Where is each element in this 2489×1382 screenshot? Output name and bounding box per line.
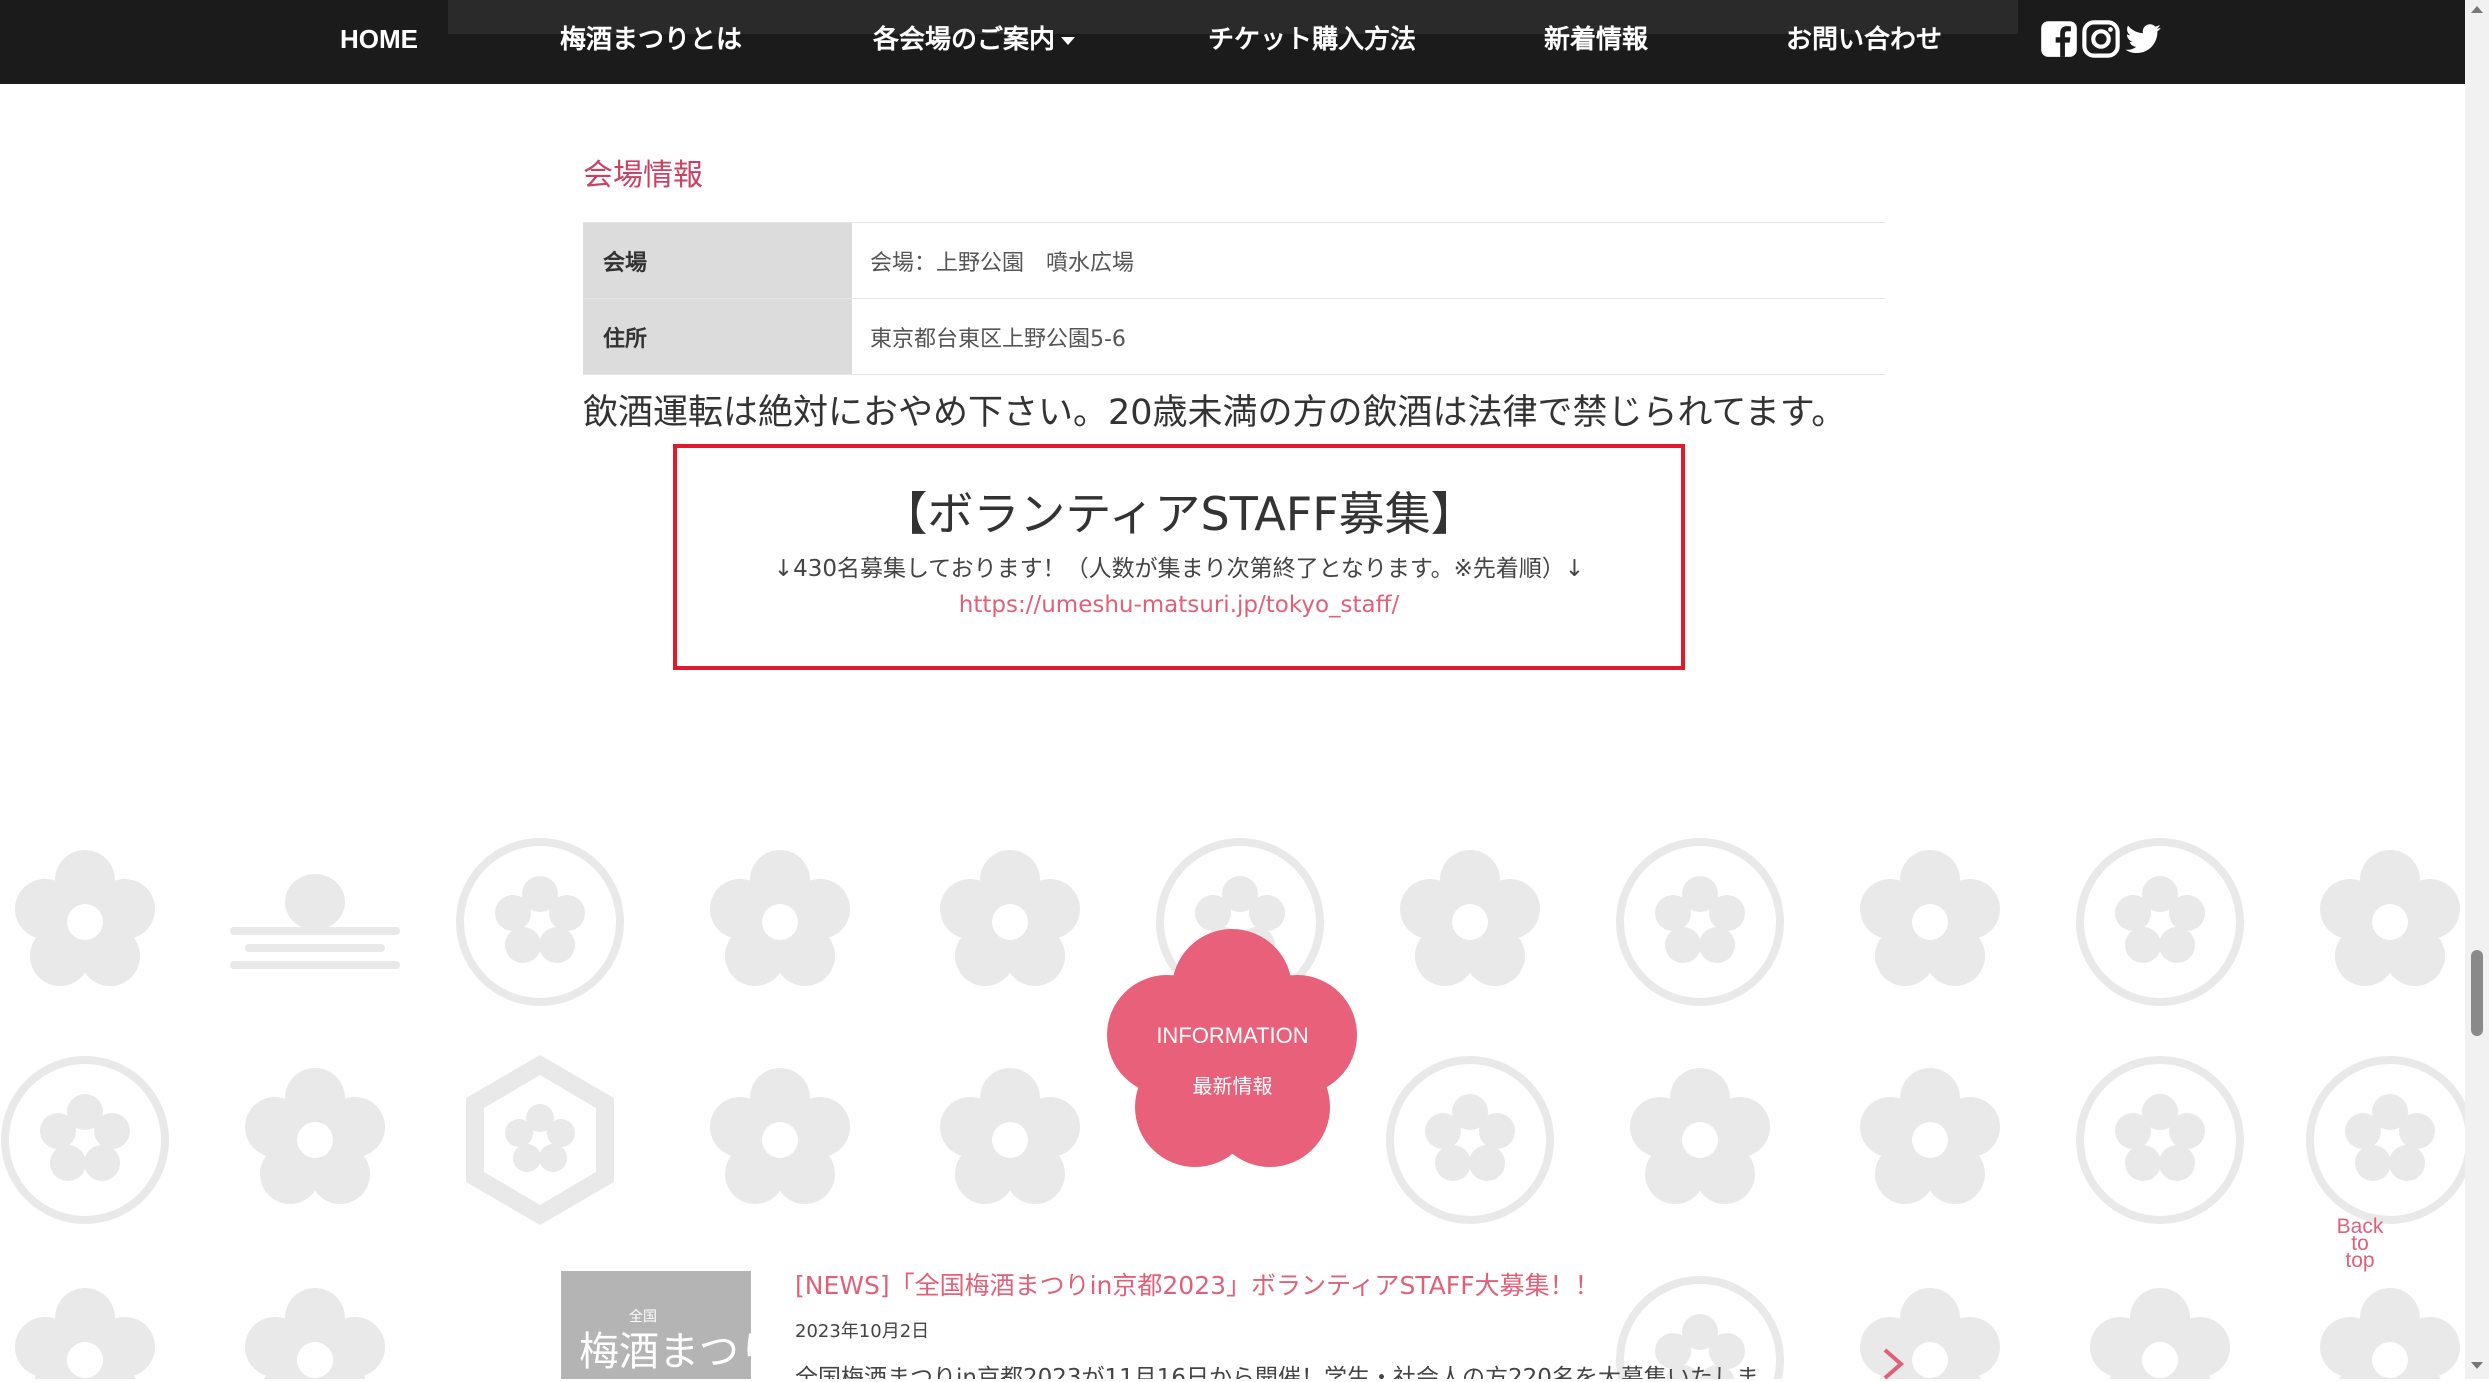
information-subtitle: 最新情報 — [1192, 1074, 1273, 1098]
address-value: 東京都台東区上野公園5-6 — [852, 298, 1885, 375]
nav-home[interactable]: HOME — [340, 22, 418, 56]
staff-link[interactable]: https://umeshu-matsuri.jp/tokyo_staff/ — [959, 590, 1399, 620]
facebook-icon[interactable] — [2040, 20, 2078, 58]
nav-venues[interactable]: 各会場のご案内 — [873, 22, 1076, 56]
twitter-icon[interactable] — [2124, 20, 2162, 58]
chevron-right-icon[interactable] — [1875, 1346, 1911, 1382]
scroll-up-icon[interactable] — [2471, 6, 2483, 13]
news-excerpt: 全国梅酒まつりin京都2023が11月16日から開催！学生・社会人の方220名を… — [795, 1365, 1759, 1379]
scroll-thumb[interactable] — [2471, 950, 2483, 1036]
staff-title: 【ボランティアSTAFF募集】 — [881, 487, 1477, 541]
nav-news[interactable]: 新着情報 — [1544, 22, 1648, 56]
news-title-link[interactable]: [NEWS]「全国梅酒まつりin京都2023」ボランティアSTAFF大募集！！ — [795, 1266, 1600, 1302]
news-thumbnail[interactable]: 全国 梅酒まつり — [561, 1271, 751, 1379]
venue-info-table: 会場 会場：上野公園 噴水広場 住所 東京都台東区上野公園5-6 — [583, 222, 1885, 375]
table-row: 住所 東京都台東区上野公園5-6 — [583, 298, 1885, 375]
venue-section-title: 会場情報 — [583, 158, 703, 193]
instagram-icon[interactable] — [2082, 20, 2120, 58]
table-row: 会場 会場：上野公園 噴水広場 — [583, 222, 1885, 299]
caret-down-icon — [1061, 37, 1076, 46]
nav-about[interactable]: 梅酒まつりとは — [560, 22, 742, 56]
venue-value: 会場：上野公園 噴水広場 — [852, 222, 1885, 299]
news-date: 2023年10月2日 — [795, 1321, 930, 1342]
page-scrollbar[interactable] — [2465, 0, 2489, 1379]
information-title: INFORMATION — [1156, 1023, 1309, 1048]
back-to-top-button[interactable]: Back to top — [2320, 1216, 2400, 1272]
staff-subtitle: ↓430名募集しております！（人数が集まり次第終了となります。※先着順）↓ — [773, 556, 1585, 582]
nav-contact[interactable]: お問い合わせ — [1786, 22, 1942, 56]
nav-venues-label: 各会場のご案内 — [873, 24, 1056, 54]
top-nav: HOME 梅酒まつりとは 各会場のご案内 チケット購入方法 新着情報 お問い合わ… — [0, 0, 2465, 84]
back-to-top-line3: top — [2345, 1249, 2375, 1272]
staff-recruit-box: 【ボランティアSTAFF募集】 ↓430名募集しております！（人数が集まり次第終… — [673, 444, 1685, 670]
nav-tickets[interactable]: チケット購入方法 — [1208, 22, 1416, 56]
drinking-warning: 飲酒運転は絶対におやめ下さい。20歳未満の方の飲酒は法律で禁じられてます。 — [583, 393, 1847, 433]
venue-label: 会場 — [583, 222, 852, 299]
address-label: 住所 — [583, 298, 852, 375]
scroll-down-icon[interactable] — [2471, 1362, 2483, 1369]
thumbnail-logo: 梅酒まつり — [579, 1329, 751, 1375]
